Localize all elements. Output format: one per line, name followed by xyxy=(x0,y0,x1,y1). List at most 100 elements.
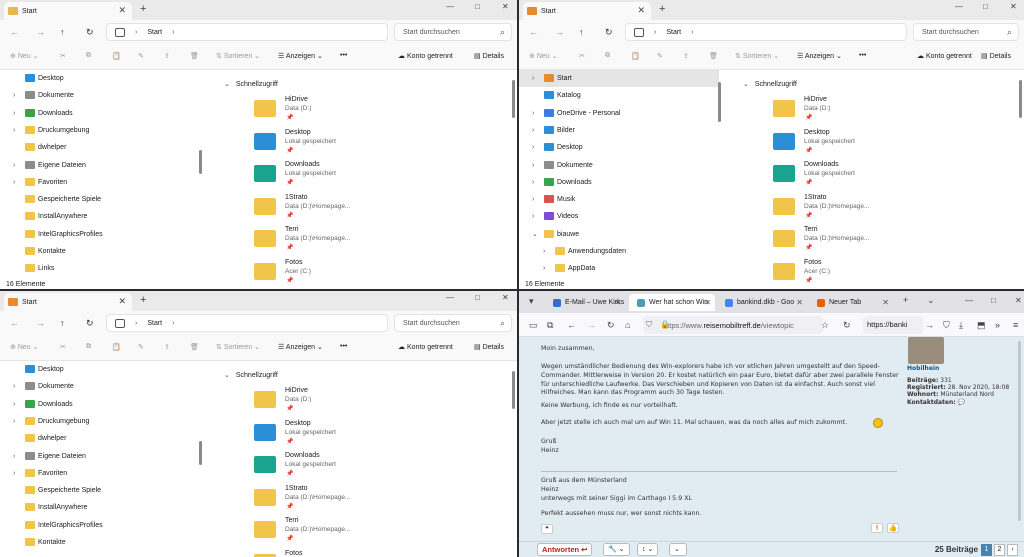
chevron-down-icon[interactable]: ⌄ xyxy=(532,230,538,238)
address-bar[interactable]: › Start › xyxy=(106,23,388,41)
quick-access-item[interactable]: Terri Data (D:)\Homepage... 📌 xyxy=(773,226,1024,256)
sidebar-item[interactable]: Desktop xyxy=(0,361,200,378)
close-tab-icon[interactable]: ✕ xyxy=(882,298,889,307)
delete-icon[interactable]: 🗑 xyxy=(190,343,199,351)
page-1-button[interactable]: 1 xyxy=(981,544,992,556)
sidebar-scrollbar[interactable] xyxy=(199,150,202,174)
menu-icon[interactable]: ≡ xyxy=(1013,320,1018,330)
view-button[interactable]: ☰ Anzeigen ⌄ xyxy=(278,343,323,351)
up-icon[interactable]: ↑ xyxy=(60,27,65,37)
extensions-icon[interactable]: ⬒ xyxy=(977,320,986,331)
quick-access-item[interactable]: FotosAcer (C:) 📌 xyxy=(773,259,1024,289)
new-tab-button[interactable]: + xyxy=(140,3,146,15)
overflow-chevrons-icon[interactable]: » xyxy=(995,320,1000,330)
paste-icon[interactable]: 📋 xyxy=(112,52,121,60)
reader-icon[interactable]: ⧉ xyxy=(547,320,553,331)
browser-tab[interactable]: Neuer Tab ✕ xyxy=(809,294,893,311)
breadcrumb[interactable]: Start xyxy=(147,29,162,36)
sidebar-item[interactable]: Desktop xyxy=(0,70,200,87)
home-icon[interactable]: ⌂ xyxy=(625,320,630,330)
sidebar-item[interactable]: Kontakte xyxy=(0,243,200,260)
up-icon[interactable]: ↑ xyxy=(60,318,65,328)
search-input[interactable]: Start durchsuchen ⌕ xyxy=(394,314,512,332)
sort-button[interactable]: ⇅ Sortieren ⌄ xyxy=(216,343,260,351)
chevron-right-icon[interactable]: › xyxy=(13,110,15,117)
chevron-right-icon[interactable]: › xyxy=(532,144,534,151)
close-window-button[interactable]: ✕ xyxy=(1015,296,1022,305)
account-status[interactable]: ☁ Konto getrennt xyxy=(917,52,972,60)
up-icon[interactable]: ↑ xyxy=(579,27,584,37)
more-button[interactable]: ••• xyxy=(859,52,866,59)
browser-tab[interactable]: Wer hat schon Win ✕ xyxy=(629,294,715,311)
minimize-button[interactable]: — xyxy=(965,296,973,305)
sidebar-item[interactable]: › Videos xyxy=(519,208,719,225)
chevron-right-icon[interactable]: › xyxy=(543,248,545,255)
refresh-icon[interactable]: ↻ xyxy=(86,27,94,38)
sidebar-item[interactable]: › Eigene Dateien xyxy=(0,157,200,174)
close-tab-icon[interactable]: ✕ xyxy=(796,298,803,307)
close-tab-icon[interactable]: ✕ xyxy=(637,5,645,16)
chevron-right-icon[interactable]: › xyxy=(543,265,545,272)
maximize-button[interactable]: □ xyxy=(991,296,996,305)
quick-access-item[interactable]: Desktop Lokal gespeichert 📌 xyxy=(254,129,514,159)
rename-icon[interactable]: ✎ xyxy=(657,52,663,60)
sidebar-item[interactable]: Links xyxy=(0,260,200,277)
sidebar-item[interactable]: dwhelper xyxy=(0,430,200,447)
close-tab-icon[interactable]: ✕ xyxy=(118,296,126,307)
back-icon[interactable]: ← xyxy=(529,27,538,37)
quick-access-item[interactable]: 1Strato Data (D:)\Homepage... 📌 xyxy=(254,194,514,224)
explorer-tab[interactable]: Start ✕ xyxy=(4,293,132,311)
explorer-tab[interactable]: Start ✕ xyxy=(523,2,651,20)
tab-list-icon[interactable]: ▾ xyxy=(529,296,534,307)
reload-icon[interactable]: ↻ xyxy=(607,320,615,331)
chevron-right-icon[interactable]: › xyxy=(13,401,15,408)
sidebar-icon[interactable]: ▭ xyxy=(529,320,538,331)
maximize-button[interactable]: □ xyxy=(983,2,988,11)
new-tab-button[interactable]: + xyxy=(659,3,665,15)
chevron-right-icon[interactable]: › xyxy=(532,110,534,117)
download-icon[interactable]: ⤓ xyxy=(959,320,963,331)
new-button[interactable]: ⊕ Neu ⌄ xyxy=(10,52,38,60)
sort-button[interactable]: ⇅ Sortieren ⌄ xyxy=(216,52,260,60)
paste-icon[interactable]: 📋 xyxy=(631,52,640,60)
content-scrollbar[interactable] xyxy=(512,371,515,409)
view-button[interactable]: ☰ Anzeigen ⌄ xyxy=(797,52,842,60)
pocket-icon[interactable]: ⛉ xyxy=(943,320,950,331)
forward-icon[interactable]: → xyxy=(36,27,45,37)
search-input[interactable]: Start durchsuchen ⌕ xyxy=(394,23,512,41)
quick-access-item[interactable]: 1Strato Data (D:)\Homepage... 📌 xyxy=(773,194,1024,224)
quick-access-header[interactable]: ⌄ Schnellzugriff xyxy=(224,371,278,379)
quick-access-item[interactable]: Downloads Lokal gespeichert 📌 xyxy=(254,161,514,191)
sidebar-item[interactable]: › Downloads xyxy=(0,396,200,413)
copy-icon[interactable]: ⧉ xyxy=(605,52,610,60)
browser-tab[interactable]: bankind.dkb - Goo ✕ xyxy=(717,294,807,311)
close-tab-icon[interactable]: ✕ xyxy=(118,5,126,16)
contact-bubble-icon[interactable]: 💬 xyxy=(958,399,965,406)
chevron-right-icon[interactable]: › xyxy=(13,418,15,425)
sidebar-item[interactable]: InstallAnywhere xyxy=(0,208,200,225)
sidebar-item[interactable]: Gespeicherte Spiele xyxy=(0,482,200,499)
quick-access-item[interactable]: Desktop Lokal gespeichert 📌 xyxy=(773,129,1024,159)
new-tab-button[interactable]: + xyxy=(903,295,908,305)
sidebar-item[interactable]: IntelGraphicsProfiles xyxy=(0,517,200,534)
view-button[interactable]: ☰ Anzeigen ⌄ xyxy=(278,52,323,60)
sidebar-item[interactable]: › Eigene Dateien xyxy=(0,448,200,465)
more-button[interactable]: ••• xyxy=(340,343,347,350)
page-scrollbar[interactable] xyxy=(1018,341,1021,521)
new-button[interactable]: ⊕ Neu ⌄ xyxy=(529,52,557,60)
share-icon[interactable]: ⇪ xyxy=(164,343,170,351)
sort-dropdown[interactable]: ↕ ⌄ xyxy=(637,543,659,556)
sidebar-item[interactable]: › Dokumente xyxy=(0,378,200,395)
details-button[interactable]: ▤ Details xyxy=(981,52,1011,60)
sidebar-item[interactable]: › Favoriten xyxy=(0,465,200,482)
chevron-right-icon[interactable]: › xyxy=(532,127,534,134)
details-button[interactable]: ▤ Details xyxy=(474,343,504,351)
like-button[interactable]: 👍 xyxy=(887,523,899,533)
sidebar-item[interactable]: dwhelper xyxy=(0,139,200,156)
shield-icon[interactable]: ⛉ xyxy=(646,320,652,330)
back-icon[interactable]: ← xyxy=(10,27,19,37)
browser-tab[interactable]: E-Mail – Uwe Kirks ✕ xyxy=(545,294,625,311)
sidebar-item[interactable]: › Dokumente xyxy=(519,157,719,174)
copy-icon[interactable]: ⧉ xyxy=(86,52,91,60)
close-window-button[interactable]: ✕ xyxy=(502,2,509,11)
